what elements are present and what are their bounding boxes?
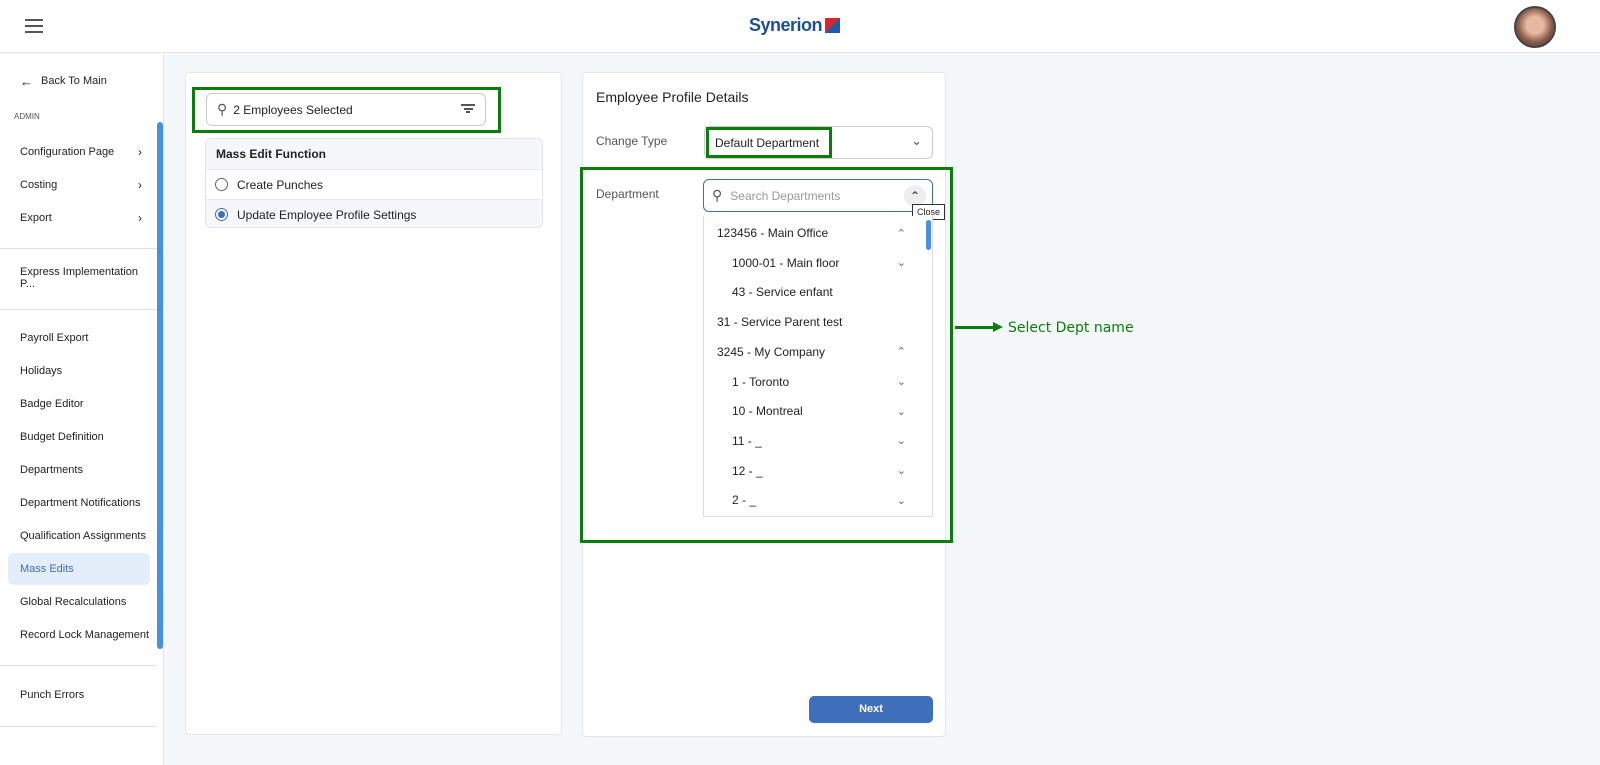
divider [0,309,157,310]
option-label: Update Employee Profile Settings [237,207,417,222]
sidebar-item-label: Departments [20,464,83,476]
sidebar-item[interactable]: Badge Editor [8,388,150,420]
sidebar-item[interactable]: Qualification Assignments [8,520,150,552]
sidebar-item[interactable]: Budget Definition [8,421,150,453]
sidebar-scrollbar[interactable] [157,122,163,649]
panel-title: Employee Profile Details [596,89,749,105]
sidebar-item[interactable]: Express Implementation P... [8,262,150,294]
department-highlight [580,167,953,543]
chevron-right-icon: › [138,211,142,225]
divider [0,248,157,249]
chevron-right-icon: › [138,145,142,159]
sidebar-item[interactable]: Export › [8,202,150,234]
mass-edit-function: Mass Edit Function Create Punches Update … [205,138,543,228]
section-label: ADMIN [14,112,40,121]
function-option[interactable]: Update Employee Profile Settings [206,199,542,227]
sidebar-item-label: Punch Errors [20,689,85,701]
change-type-value: Default Department [715,135,820,150]
sidebar-item[interactable]: Costing › [8,169,150,201]
change-type-label: Change Type [596,134,668,148]
employees-selected-text: 2 Employees Selected [233,102,353,117]
employee-selector[interactable]: ⚲ 2 Employees Selected [206,93,486,126]
brand-text: Synerion [749,15,823,35]
back-label: Back To Main [41,75,107,87]
sidebar-item-label: Record Lock Management [20,629,150,641]
sidebar-item-label: Express Implementation P... [20,266,138,290]
sidebar: ← Back To Main ADMIN Configuration Page › C… [0,54,164,765]
sidebar-item-label: Department Notifications [20,497,141,509]
sidebar-item-label: Export [20,212,52,224]
change-type-highlight: Default Department [706,127,832,158]
sidebar-item-label: Holidays [20,365,63,377]
user-avatar[interactable] [1514,6,1556,48]
sidebar-item[interactable]: Global Recalculations [8,586,150,618]
divider [0,726,157,727]
hamburger-icon[interactable] [25,19,43,33]
sidebar-item-label: Costing [20,179,58,191]
sidebar-item[interactable]: Departments [8,454,150,486]
sidebar-item[interactable]: Holidays [8,355,150,387]
sidebar-item-label: Badge Editor [20,398,84,410]
sidebar-item[interactable]: Punch Errors [8,679,150,711]
sidebar-item[interactable]: Payroll Export [8,322,150,354]
divider [0,665,157,666]
sidebar-item-label: Configuration Page [20,146,115,158]
sidebar-item[interactable]: Department Notifications [8,487,150,519]
logo-mark-icon [825,18,841,33]
brand-logo: Synerion [749,15,841,36]
radio-button[interactable] [215,208,228,221]
option-label: Create Punches [237,177,324,192]
chevron-right-icon: › [138,178,142,192]
search-icon: ⚲ [217,101,228,117]
sidebar-item-label: Global Recalculations [20,596,127,608]
annotation-arrow-icon [955,326,997,329]
back-to-main-link[interactable]: ← Back To Main [8,65,150,97]
filter-icon[interactable] [461,104,475,115]
annotation-arrow-head [993,322,1003,332]
sidebar-item[interactable]: Record Lock Management [8,619,150,651]
left-panel: ⚲ 2 Employees Selected Mass Edit Functio… [185,72,562,735]
next-button[interactable]: Next [809,696,933,723]
radio-button[interactable] [215,178,228,191]
sidebar-item-label: Mass Edits [20,563,74,575]
sidebar-item-label: Budget Definition [20,431,104,443]
annotation-text: Select Dept name [1008,320,1134,336]
sidebar-item[interactable]: Configuration Page › [8,136,150,168]
arrow-left-icon: ← [20,73,33,89]
header: Synerion [0,0,1600,53]
sidebar-item-label: Payroll Export [20,332,89,344]
sidebar-item[interactable]: Mass Edits [8,553,150,585]
function-title: Mass Edit Function [206,139,542,169]
sidebar-item-label: Qualification Assignments [20,530,146,542]
function-option[interactable]: Create Punches [206,169,542,199]
chevron-down-icon: ⌄ [911,133,922,148]
